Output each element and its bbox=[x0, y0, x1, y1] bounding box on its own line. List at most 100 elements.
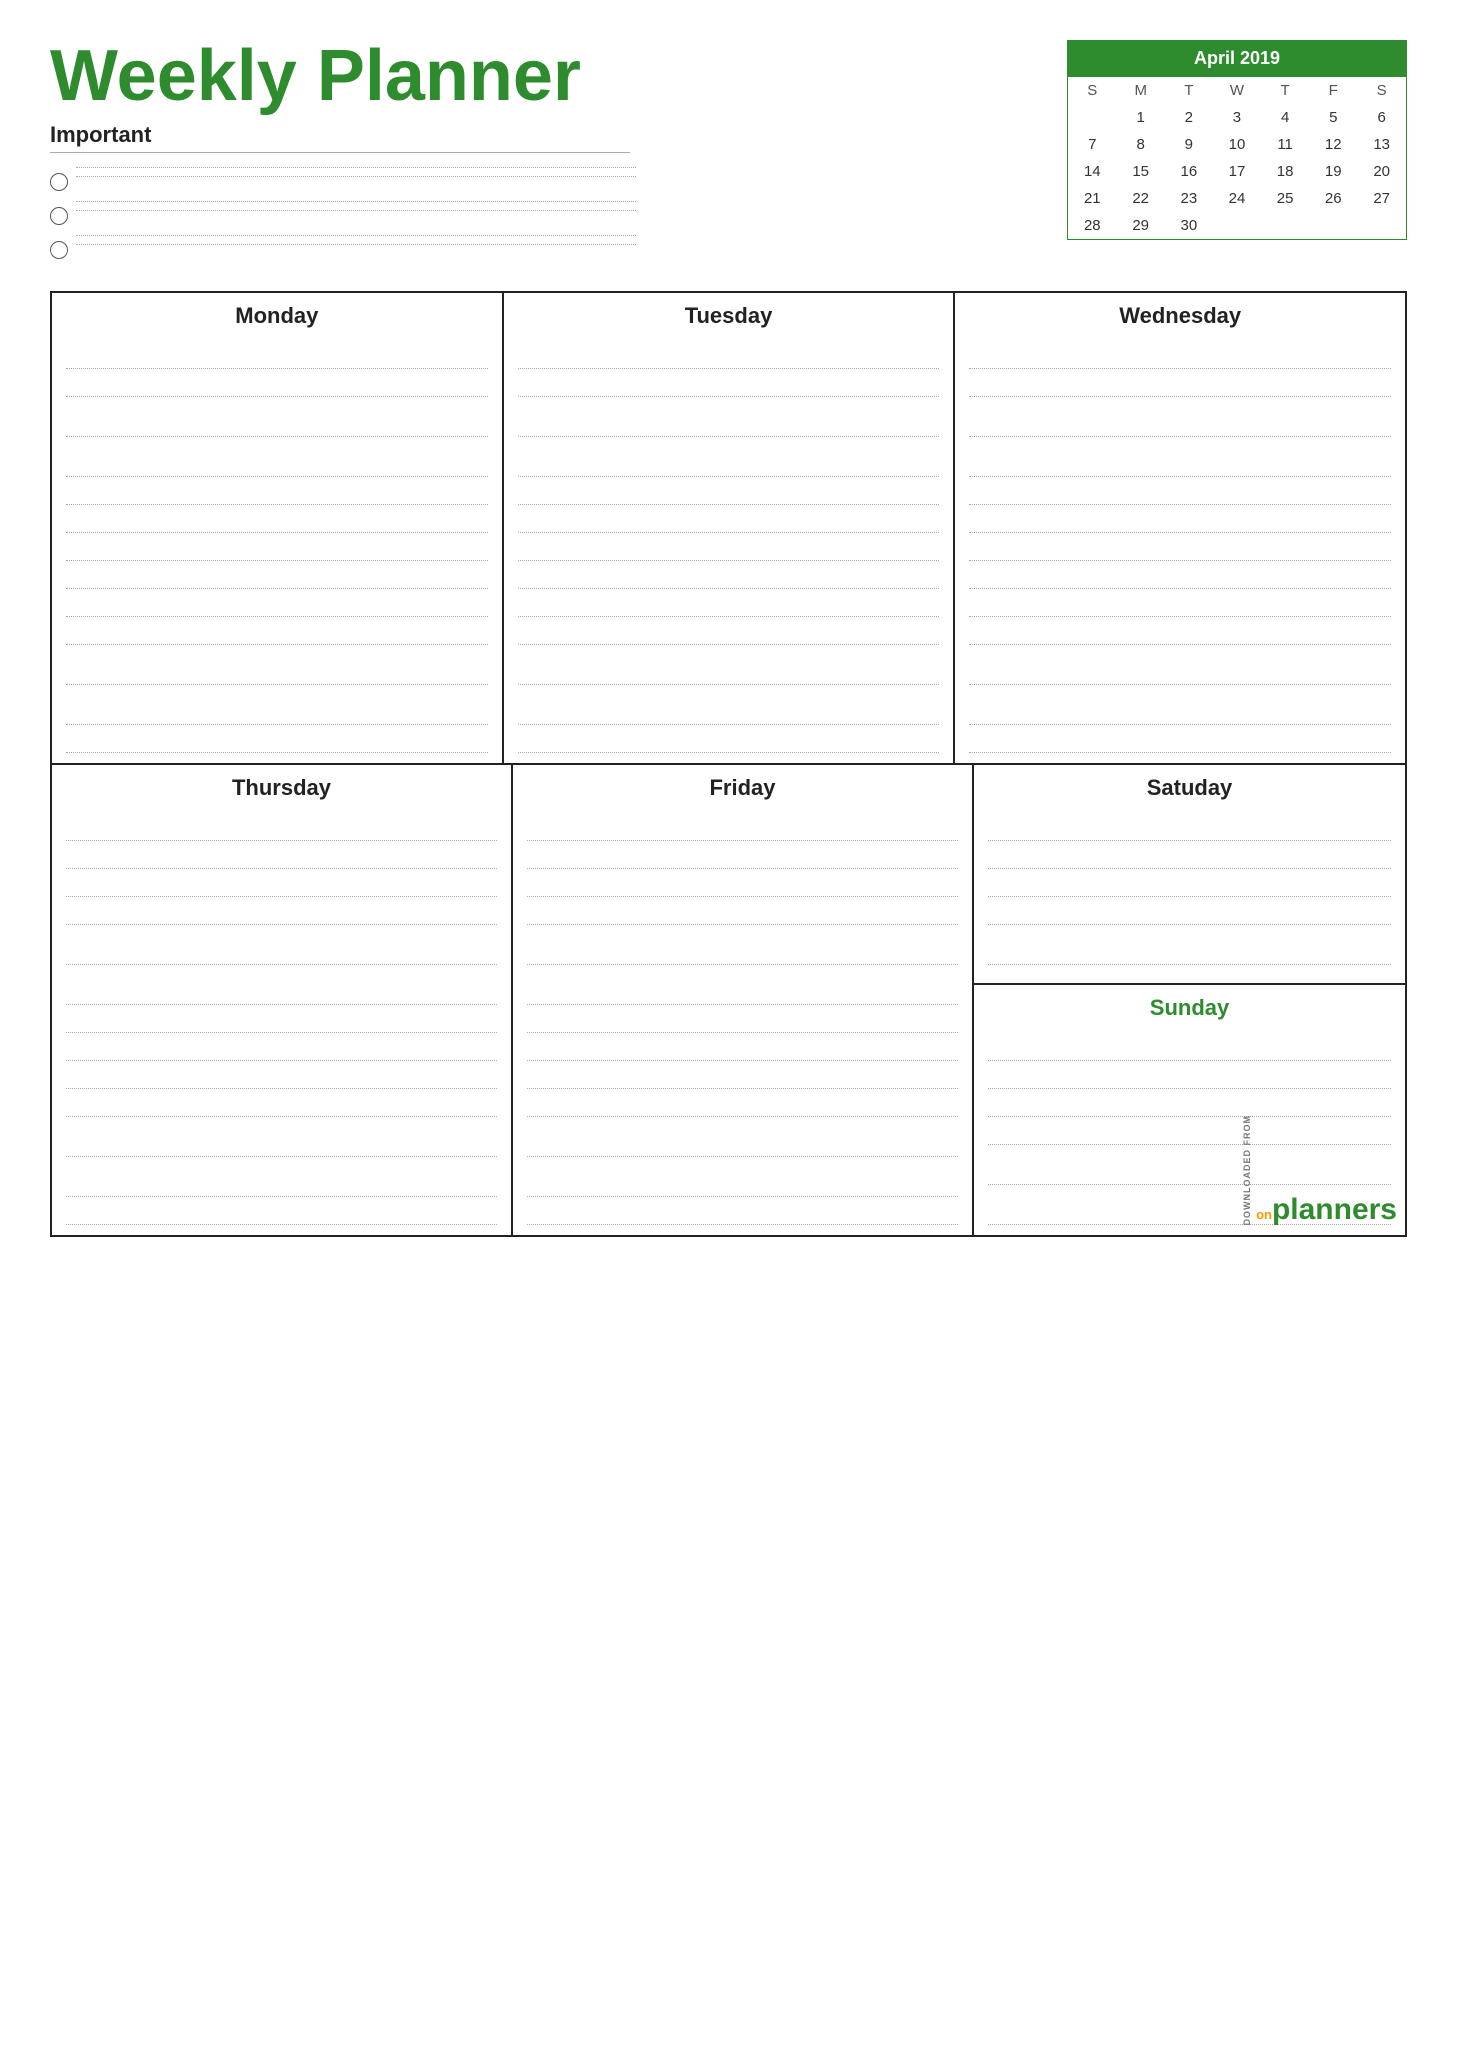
cal-header-f: F bbox=[1309, 77, 1357, 104]
wednesday-cell: Wednesday bbox=[955, 293, 1405, 763]
saturday-lines bbox=[988, 813, 1391, 965]
cal-cell: 10 bbox=[1213, 131, 1261, 158]
circle-icon-2 bbox=[50, 207, 68, 225]
cal-cell: 16 bbox=[1165, 158, 1213, 185]
line bbox=[527, 869, 958, 897]
cal-header-t1: T bbox=[1165, 77, 1213, 104]
thursday-cell: Thursday bbox=[52, 765, 513, 1235]
cal-cell: 21 bbox=[1068, 185, 1117, 212]
cal-header-s2: S bbox=[1357, 77, 1406, 104]
line bbox=[518, 617, 940, 645]
cal-cell: 3 bbox=[1213, 104, 1261, 131]
title-section: Weekly Planner Important bbox=[50, 40, 1027, 261]
tuesday-title: Tuesday bbox=[518, 303, 940, 329]
line bbox=[527, 1117, 958, 1157]
line bbox=[66, 725, 488, 753]
dotted-line-3 bbox=[76, 201, 636, 202]
planners-text: planners bbox=[1272, 1193, 1397, 1226]
line bbox=[66, 841, 497, 869]
cal-cell: 8 bbox=[1117, 131, 1165, 158]
line bbox=[518, 477, 940, 505]
circle-icon-1 bbox=[50, 173, 68, 191]
line bbox=[518, 341, 940, 369]
cal-cell: 18 bbox=[1261, 158, 1309, 185]
line bbox=[66, 341, 488, 369]
cal-cell bbox=[1357, 212, 1406, 240]
watermark: DOWNLOADED FROM onplanners bbox=[1242, 1115, 1397, 1226]
saturday-title: Satuday bbox=[988, 775, 1391, 801]
line bbox=[527, 925, 958, 965]
line bbox=[66, 397, 488, 437]
line bbox=[988, 1061, 1391, 1089]
cal-cell: 24 bbox=[1213, 185, 1261, 212]
saturday-sunday-cell: Satuday Sunday bbox=[974, 765, 1405, 1235]
line bbox=[518, 369, 940, 397]
wednesday-lines bbox=[969, 341, 1391, 753]
cal-header-m: M bbox=[1117, 77, 1165, 104]
line bbox=[66, 869, 497, 897]
important-item-1 bbox=[50, 159, 1027, 191]
cal-cell: 15 bbox=[1117, 158, 1165, 185]
cal-cell: 4 bbox=[1261, 104, 1309, 131]
line bbox=[518, 589, 940, 617]
cal-cell bbox=[1261, 212, 1309, 240]
line bbox=[66, 561, 488, 589]
cal-cell: 20 bbox=[1357, 158, 1406, 185]
cal-cell: 22 bbox=[1117, 185, 1165, 212]
important-section: Important bbox=[50, 122, 1027, 259]
line bbox=[66, 589, 488, 617]
line bbox=[527, 1005, 958, 1033]
line bbox=[66, 505, 488, 533]
line bbox=[66, 617, 488, 645]
cal-cell: 9 bbox=[1165, 131, 1213, 158]
line bbox=[518, 725, 940, 753]
line bbox=[518, 437, 940, 477]
important-item-3 bbox=[50, 227, 1027, 259]
saturday-section: Satuday bbox=[974, 765, 1405, 985]
line bbox=[66, 369, 488, 397]
cal-cell: 13 bbox=[1357, 131, 1406, 158]
line bbox=[66, 1061, 497, 1089]
cal-cell: 5 bbox=[1309, 104, 1357, 131]
cal-header-t2: T bbox=[1261, 77, 1309, 104]
line bbox=[527, 841, 958, 869]
calendar-table: S M T W T F S 1 2 3 4 5 6 bbox=[1067, 77, 1407, 240]
friday-lines bbox=[527, 813, 958, 1225]
line bbox=[969, 589, 1391, 617]
cal-cell: 14 bbox=[1068, 158, 1117, 185]
line bbox=[969, 341, 1391, 369]
cal-cell: 11 bbox=[1261, 131, 1309, 158]
cal-row-3: 14 15 16 17 18 19 20 bbox=[1068, 158, 1407, 185]
line bbox=[66, 1033, 497, 1061]
cal-cell bbox=[1309, 212, 1357, 240]
monday-lines bbox=[66, 341, 488, 753]
line bbox=[518, 397, 940, 437]
cal-cell: 28 bbox=[1068, 212, 1117, 240]
cal-header-w: W bbox=[1213, 77, 1261, 104]
line bbox=[66, 813, 497, 841]
line bbox=[969, 533, 1391, 561]
cal-cell: 6 bbox=[1357, 104, 1406, 131]
line bbox=[66, 897, 497, 925]
line bbox=[527, 1157, 958, 1197]
line bbox=[969, 437, 1391, 477]
cal-row-1: 1 2 3 4 5 6 bbox=[1068, 104, 1407, 131]
calendar-header-row: S M T W T F S bbox=[1068, 77, 1407, 104]
sunday-section: Sunday DOWNLOADED FROM onplanners bbox=[974, 985, 1405, 1235]
thursday-title: Thursday bbox=[66, 775, 497, 801]
line bbox=[988, 841, 1391, 869]
friday-title: Friday bbox=[527, 775, 958, 801]
line bbox=[988, 1089, 1391, 1117]
dotted-line-1 bbox=[76, 167, 636, 168]
cal-cell: 27 bbox=[1357, 185, 1406, 212]
cal-header-s1: S bbox=[1068, 77, 1117, 104]
line bbox=[527, 1089, 958, 1117]
cal-cell: 2 bbox=[1165, 104, 1213, 131]
line bbox=[518, 685, 940, 725]
watermark-brand: onplanners bbox=[1256, 1195, 1397, 1225]
important-item-2 bbox=[50, 193, 1027, 225]
watermark-text: DOWNLOADED FROM bbox=[1242, 1115, 1252, 1226]
line bbox=[66, 1157, 497, 1197]
grid-row-bottom: Thursday Friday bbox=[52, 765, 1405, 1235]
line bbox=[988, 869, 1391, 897]
